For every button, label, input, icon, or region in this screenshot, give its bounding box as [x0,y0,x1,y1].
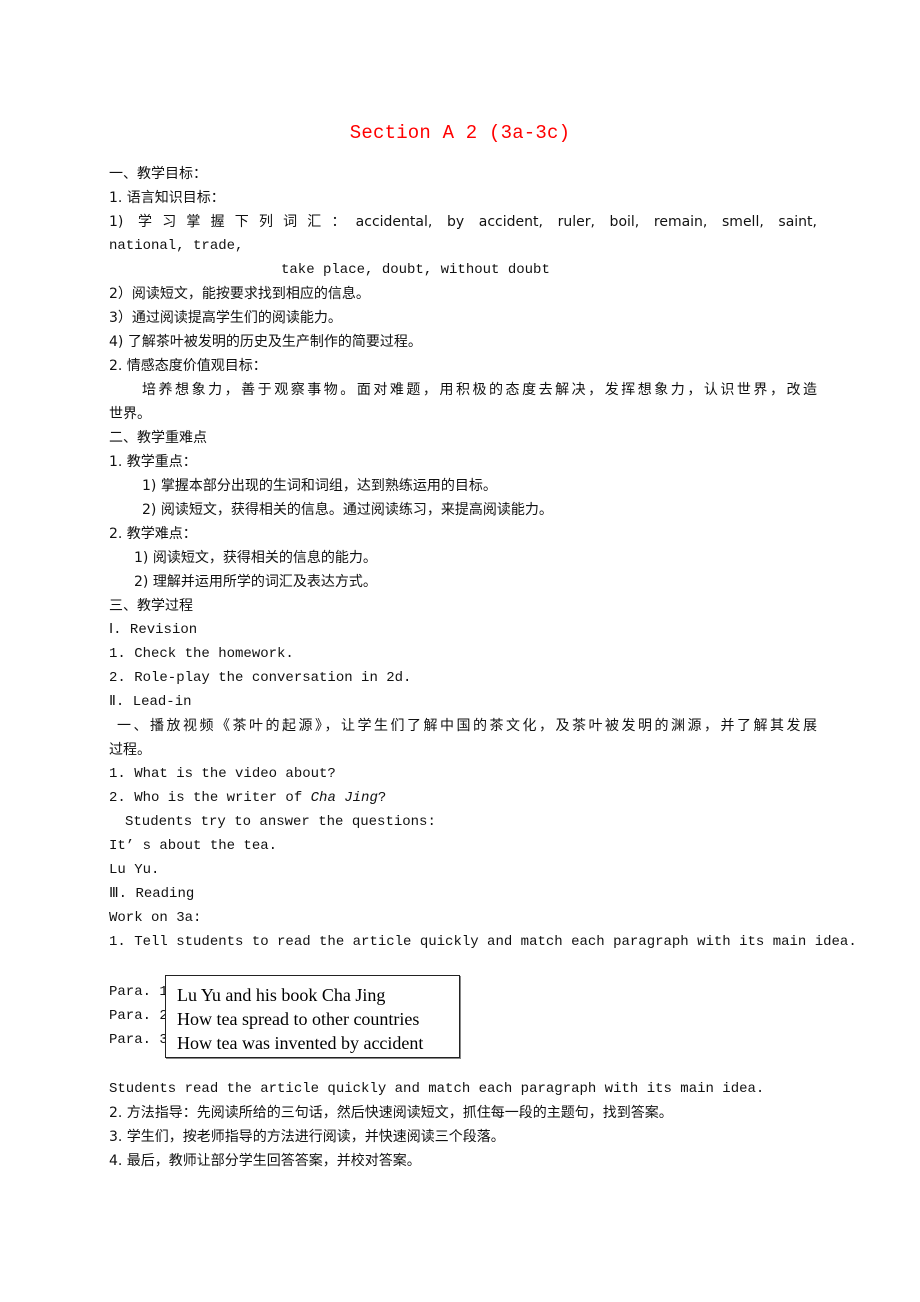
answer-2: Lu Yu. [109,862,160,878]
difficulty-heading: 2. 教学难点： [109,526,197,542]
reading-step-3: 3. 学生们，按老师指导的方法进行阅读，并快速阅读三个段落。 [109,1129,505,1145]
reading-step-4: 4. 最后，教师让部分学生回答答案，并校对答案。 [109,1153,421,1169]
emotion-objective-line-1: 培养想象力，善于观察事物。面对难题，用积极的态度去解决，发挥想象力，认识世界，改… [142,382,817,398]
work-on-3a: Work on 3a: [109,910,202,926]
para-label-1: Para. 1 [109,984,168,1000]
process-heading: 三、教学过程 [109,598,193,614]
book-title-cha-jing: Cha Jing [310,790,378,806]
reading-heading: Ⅲ. Reading [109,886,195,902]
difficulty-item-1: 1) 阅读短文，获得相关的信息的能力。 [134,550,377,566]
reading-step-2: 2. 方法指导：先阅读所给的三句话，然后快速阅读短文，抓住每一段的主题句，找到答… [109,1105,673,1121]
revision-item-1: 1. Check the homework. [109,646,294,662]
vocab-line-2: national, trade, [109,238,244,254]
students-read-line: Students read the article quickly and ma… [109,1081,765,1097]
leadin-line-2: 过程。 [109,742,151,758]
main-ideas-box: Lu Yu and his book Cha Jing How tea spre… [165,975,460,1058]
leadin-line-1: 一、播放视频《茶叶的起源》，让学生们了解中国的茶文化，及茶叶被发明的渊源，并了解… [117,718,817,734]
objectives-heading: 一、教学目标： [109,166,207,182]
leadin-heading: Ⅱ. Lead-in [109,694,192,710]
question-1: 1. What is the video about? [109,766,336,782]
difficulty-item-2: 2) 理解并运用所学的词汇及表达方式。 [134,574,377,590]
answer-1: It’ s about the tea. [109,838,278,854]
document-title: Section A 2 (3a-3c) [349,122,571,144]
revision-heading: Ⅰ. Revision [109,622,198,638]
language-objective-heading: 1. 语言知识目标： [109,190,225,206]
para-label-2: Para. 2 [109,1008,168,1024]
question-2-prefix: 2. Who is the writer of [109,790,311,806]
objective-item-4: 4) 了解茶叶被发明的历史及生产制作的简要过程。 [109,334,422,350]
vocab-line-3: take place, doubt, without doubt [281,262,550,278]
emotion-objective-heading: 2. 情感态度价值观目标： [109,358,267,374]
objective-item-3: 3）通过阅读提高学生们的阅读能力。 [109,310,342,326]
reading-step-1: 1. Tell students to read the article qui… [109,934,857,950]
para-label-3: Para. 3 [109,1032,168,1048]
revision-item-2: 2. Role-play the conversation in 2d. [109,670,412,686]
main-idea-3: How tea was invented by accident [177,1033,424,1053]
focus-item-1: 1) 掌握本部分出现的生词和词组，达到熟练运用的目标。 [142,478,497,494]
question-2-suffix: ? [377,790,387,806]
main-idea-1: Lu Yu and his book Cha Jing [177,985,386,1005]
question-2: 2. Who is the writer of Cha Jing? [109,789,386,807]
document-page: Section A 2 (3a-3c) 一、教学目标： 1. 语言知识目标： 1… [0,0,920,1302]
objective-item-2: 2）阅读短文，能按要求找到相应的信息。 [109,286,370,302]
main-idea-2: How tea spread to other countries [177,1009,420,1029]
focus-item-2: 2) 阅读短文，获得相关的信息。通过阅读练习，来提高阅读能力。 [142,502,553,518]
key-points-heading: 二、教学重难点 [109,430,207,446]
emotion-objective-line-2: 世界。 [109,406,151,422]
students-try-line: Students try to answer the questions: [125,814,436,830]
vocab-line-1: 1) 学习掌握下列词汇：accidental, by accident, rul… [109,214,817,230]
focus-heading: 1. 教学重点： [109,454,197,470]
